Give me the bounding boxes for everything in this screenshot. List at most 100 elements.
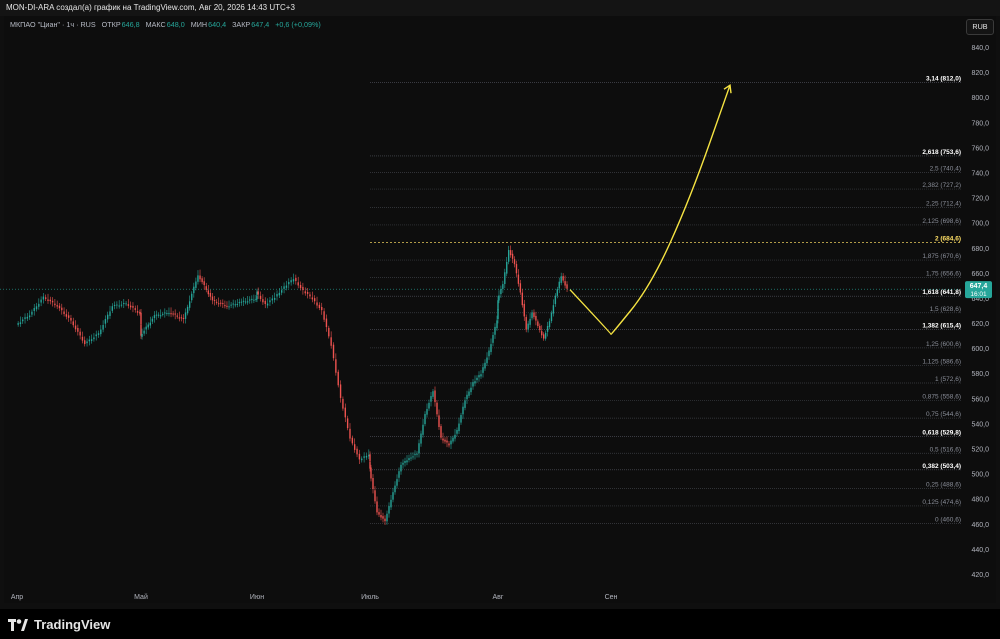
candle-body	[346, 418, 349, 429]
y-axis-tick-label: 420,0	[971, 572, 989, 579]
y-axis-tick-label: 520,0	[971, 447, 989, 454]
y-axis-tick-label: 560,0	[971, 396, 989, 403]
fib-level-label: 1,5 (628,6)	[930, 306, 961, 313]
candle-body	[172, 313, 174, 315]
candle-body	[462, 406, 464, 415]
fib-level-label: 0,5 (516,6)	[930, 446, 961, 453]
candle-body	[523, 303, 525, 317]
brand-logo[interactable]: TradingView	[8, 617, 110, 632]
candle-body	[45, 297, 47, 299]
candle-body	[164, 312, 166, 314]
candle-body	[519, 283, 522, 293]
candle-body	[102, 325, 104, 330]
candle-body	[466, 394, 468, 400]
bottom-bar: TradingView	[0, 609, 1000, 639]
candle-body	[251, 298, 253, 300]
candle-body	[17, 323, 19, 325]
candle-body	[151, 318, 154, 322]
candle-body	[468, 391, 470, 396]
candle-body	[344, 407, 346, 418]
price-chart[interactable]: 0 (460,6) 0,125 (474,6) 0,25 (488,6) 0,382 …	[0, 0, 1000, 609]
candle-body	[136, 311, 139, 313]
candle-body	[97, 333, 100, 335]
candle-body	[170, 313, 172, 315]
projection-arrow-path[interactable]	[569, 84, 731, 335]
last-price-timer: 16:01	[970, 291, 987, 298]
fib-level-label: 1,75 (656,6)	[926, 271, 961, 278]
candle-body	[79, 331, 81, 336]
candle-body	[353, 444, 356, 450]
candle-body	[104, 319, 107, 324]
candle-body	[182, 317, 185, 319]
y-axis-tick-label: 840,0	[971, 45, 989, 52]
candle-body	[217, 303, 220, 305]
symbol-name[interactable]: МКПАО "Циан" · 1ч · RUS	[10, 20, 96, 29]
currency-button[interactable]: RUB	[966, 19, 994, 35]
price-axis[interactable]: 840,0 820,0 800,0 780,0 760,0 740,0 720,0 700,0…	[971, 45, 989, 579]
fib-level-label: 0,25 (488,6)	[926, 481, 961, 488]
candle-body	[47, 299, 49, 301]
low-value: 640,4	[208, 20, 227, 29]
candle-body	[494, 326, 496, 335]
candle-body	[93, 337, 95, 340]
symbol-legend[interactable]: МКПАО "Циан" · 1ч · RUS ОТКР646,8 МАКС64…	[10, 20, 321, 29]
candle-body	[162, 313, 164, 315]
candle-body	[257, 291, 259, 295]
candle-body	[51, 300, 54, 303]
candlestick-series[interactable]	[17, 245, 568, 525]
candle-body	[186, 306, 189, 314]
y-axis-tick-label: 680,0	[971, 246, 989, 253]
candle-body	[259, 295, 262, 299]
x-axis-tick-label: Июн	[250, 594, 264, 601]
candle-body	[283, 286, 285, 289]
candle-body	[234, 304, 236, 306]
candle-body	[476, 377, 478, 381]
candle-body	[424, 414, 426, 425]
y-axis-tick-label: 780,0	[971, 120, 989, 127]
candle-body	[242, 300, 245, 302]
candle-body	[408, 458, 410, 461]
fibonacci-retracement[interactable]: 0 (460,6) 0,125 (474,6) 0,25 (488,6) 0,382 …	[0, 76, 962, 524]
candle-body	[211, 296, 214, 301]
candle-body	[127, 304, 130, 306]
candle-body	[480, 374, 482, 377]
candle-body	[410, 457, 412, 459]
candle-body	[529, 318, 531, 325]
candle-body	[372, 477, 374, 489]
candle-body	[482, 367, 484, 373]
candle-body	[132, 306, 134, 308]
candle-body	[262, 299, 264, 303]
candle-body	[378, 512, 380, 515]
candle-body	[376, 501, 378, 513]
candle-body	[65, 314, 68, 317]
candle-body	[107, 314, 109, 320]
candle-body	[240, 301, 243, 303]
change-value: +0,6 (+0,09%)	[275, 20, 321, 29]
candle-body	[490, 344, 492, 352]
candle-body	[497, 300, 499, 311]
candle-body	[414, 454, 416, 456]
candle-body	[149, 322, 152, 326]
candle-body	[382, 516, 384, 519]
candle-body	[533, 312, 535, 318]
candle-body	[384, 518, 386, 522]
y-axis-tick-label: 740,0	[971, 171, 989, 178]
candle-body	[521, 292, 524, 306]
time-axis[interactable]: Апр Май Июн Июль Авг Сен	[11, 593, 618, 601]
candle-body	[484, 362, 486, 369]
candle-body	[546, 325, 549, 332]
candle-body	[273, 297, 276, 300]
candle-body	[486, 357, 488, 364]
candle-body	[269, 300, 271, 303]
candle-body	[444, 439, 446, 442]
fib-level-label: 1 (572,6)	[935, 376, 961, 383]
fib-level-label: 2,25 (712,4)	[926, 201, 961, 208]
fib-level-label: 0,618 (529,8)	[922, 430, 961, 437]
candle-body	[428, 402, 430, 409]
candle-body	[507, 250, 510, 262]
candle-body	[402, 462, 404, 465]
candle-body	[264, 300, 266, 305]
candle-body	[498, 295, 500, 301]
candle-body	[472, 382, 474, 387]
candle-body	[42, 296, 45, 300]
